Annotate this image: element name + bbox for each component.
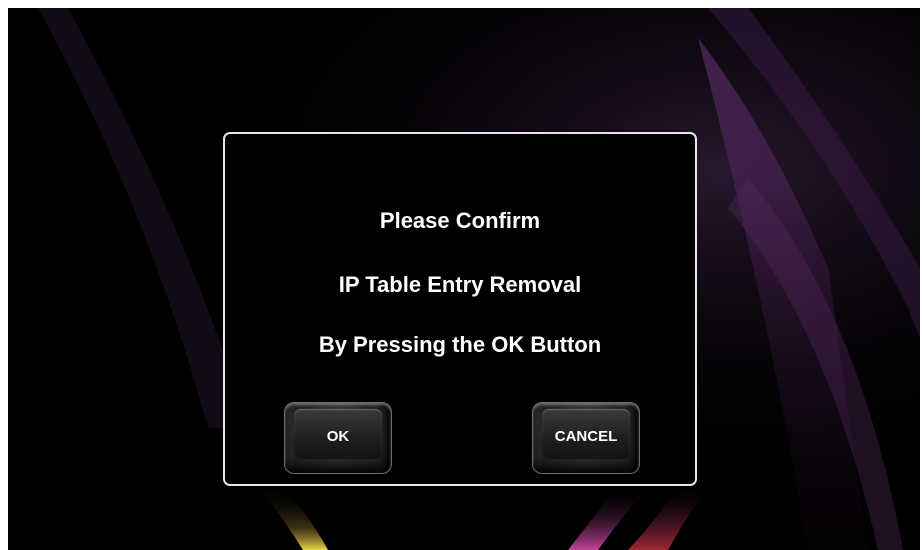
ok-button-label: OK — [326, 428, 350, 445]
dialog-message-instruction: By Pressing the OK Button — [318, 332, 602, 357]
cancel-button[interactable]: CANCEL — [532, 402, 640, 474]
confirm-dialog: Please Confirm IP Table Entry Removal By… — [223, 132, 697, 486]
dialog-title: Please Confirm — [379, 208, 541, 233]
dialog-message-subject: IP Table Entry Removal — [338, 272, 582, 297]
ok-button[interactable]: OK — [284, 402, 392, 474]
cancel-button-label: CANCEL — [554, 428, 618, 445]
touch-panel-screen: Please Confirm IP Table Entry Removal By… — [8, 8, 920, 550]
